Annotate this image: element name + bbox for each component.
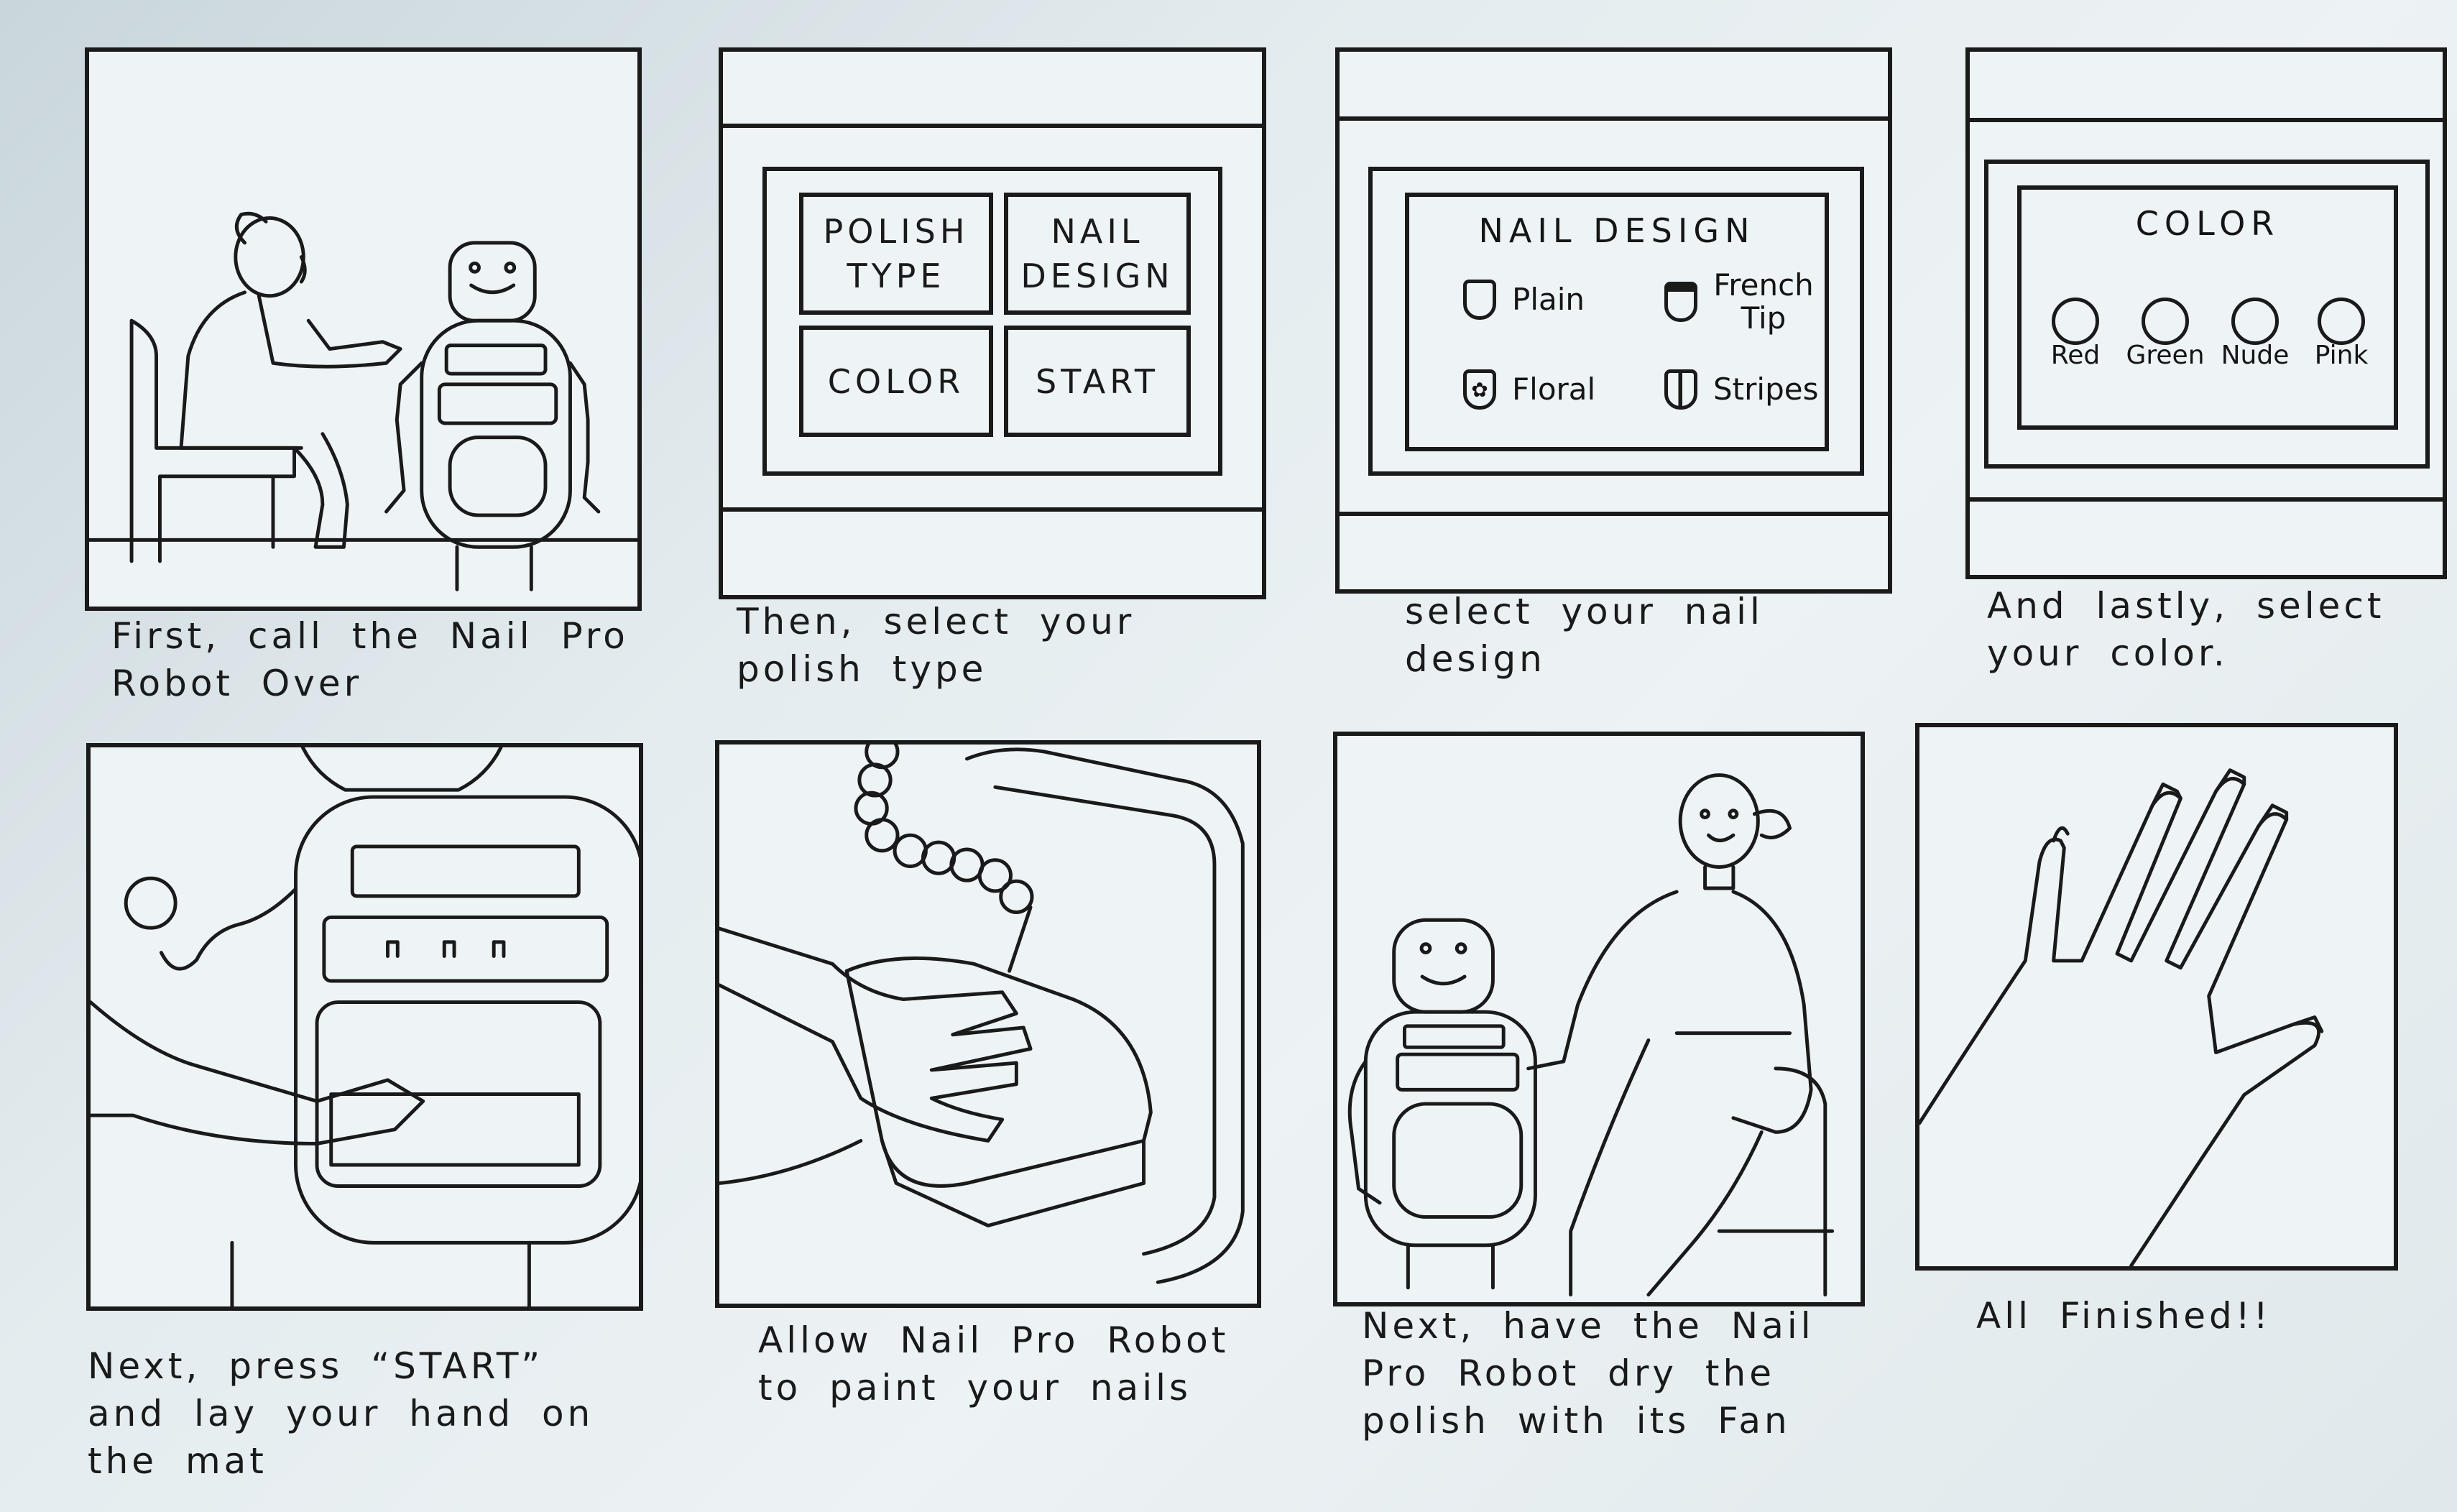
panel-6-painting	[715, 740, 1261, 1308]
color-option-nude[interactable]: Nude	[2216, 298, 2295, 370]
person-and-robot-sketch	[89, 211, 637, 591]
panel-8-finished	[1915, 723, 2398, 1271]
caption-panel-5: Next, press “START” and lay your hand on…	[88, 1345, 594, 1482]
panel-4-color-screen: COLOR Red Green Nude Pink	[1965, 47, 2447, 579]
screen-outer-frame: POLISH TYPE NAIL DESIGN COLOR START	[762, 167, 1222, 476]
screen-top-bar	[723, 52, 1262, 128]
finished-hand-sketch	[1919, 768, 2324, 1266]
screen-top-bar	[1340, 52, 1888, 121]
start-button[interactable]: START	[1004, 326, 1191, 437]
design-option-french-tip[interactable]: French Tip	[1664, 269, 1814, 335]
panel-7-drying	[1333, 732, 1865, 1306]
screen-outer-frame: COLOR Red Green Nude Pink	[1984, 160, 2430, 469]
design-option-floral[interactable]: ✿ Floral	[1463, 369, 1595, 410]
screen-bottom-bar	[1970, 497, 2443, 575]
caption-panel-8: All Finished!!	[1976, 1295, 2272, 1337]
color-button[interactable]: COLOR	[799, 326, 993, 437]
panel-5-press-start	[86, 743, 643, 1311]
red-swatch-icon	[2052, 298, 2099, 345]
french-tip-nail-icon	[1664, 282, 1697, 322]
plain-nail-icon	[1463, 280, 1496, 320]
panel-2-menu-screen: POLISH TYPE NAIL DESIGN COLOR START	[719, 47, 1266, 599]
robot-painting-nails-sketch	[719, 745, 1245, 1284]
caption-panel-1: First, call the Nail Pro Robot Over	[111, 615, 629, 704]
green-swatch-icon	[2142, 298, 2189, 345]
caption-panel-2: Then, select your polish type	[737, 601, 1135, 690]
screen-bottom-bar	[723, 507, 1262, 595]
screen-bottom-bar	[1340, 512, 1888, 589]
color-option-pink[interactable]: Pink	[2302, 298, 2381, 370]
design-option-stripes[interactable]: Stripes	[1664, 369, 1818, 410]
screen-top-bar	[1970, 52, 2443, 122]
caption-panel-7: Next, have the Nail Pro Robot dry the po…	[1362, 1305, 1815, 1442]
stripes-nail-icon	[1664, 369, 1697, 410]
panel-3-nail-design-screen: NAIL DESIGN Plain French Tip ✿ Floral St…	[1335, 47, 1892, 594]
design-option-plain[interactable]: Plain	[1463, 280, 1585, 320]
nude-swatch-icon	[2231, 298, 2279, 345]
nail-design-title: NAIL DESIGN	[1478, 211, 1756, 250]
color-title: COLOR	[2135, 204, 2280, 243]
caption-panel-6: Allow Nail Pro Robot to paint your nails	[758, 1319, 1230, 1409]
caption-panel-3: select your nail design	[1405, 591, 1764, 680]
color-option-red[interactable]: Red	[2036, 298, 2115, 370]
person-robot-drying-sketch	[1347, 773, 1835, 1297]
pink-swatch-icon	[2318, 298, 2365, 345]
panel-1-call-robot	[85, 47, 642, 611]
screen-outer-frame: NAIL DESIGN Plain French Tip ✿ Floral St…	[1368, 167, 1864, 476]
floral-nail-icon: ✿	[1463, 369, 1496, 410]
robot-closeup-hand-sketch	[91, 747, 639, 1306]
design-options-box: NAIL DESIGN Plain French Tip ✿ Floral St…	[1405, 193, 1829, 451]
color-options-box: COLOR Red Green Nude Pink	[2017, 185, 2398, 430]
nail-design-button[interactable]: NAIL DESIGN	[1004, 193, 1191, 315]
caption-panel-4: And lastly, select your color.	[1987, 585, 2385, 674]
polish-type-button[interactable]: POLISH TYPE	[799, 193, 993, 315]
color-option-green[interactable]: Green	[2122, 298, 2208, 370]
